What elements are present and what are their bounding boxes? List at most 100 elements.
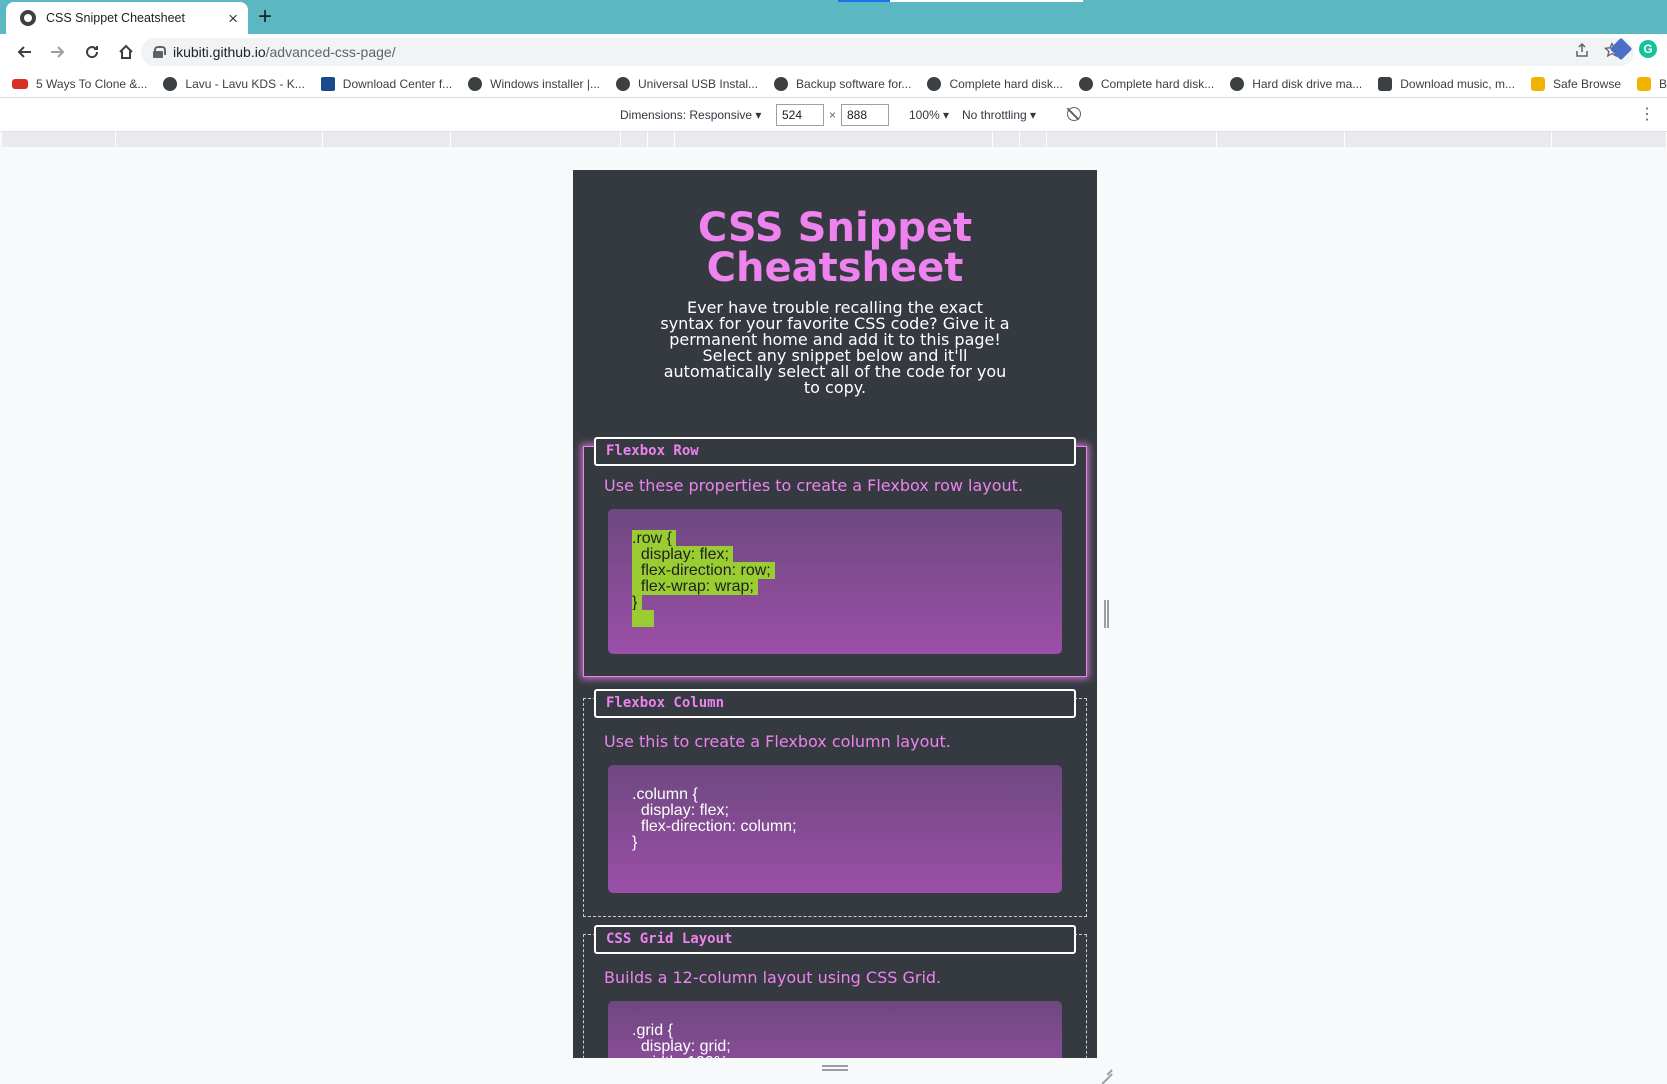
dimension-separator: × (829, 108, 837, 122)
viewport-height-input[interactable] (841, 104, 889, 126)
globe-icon (774, 76, 789, 91)
bookmark-favicon-icon (12, 78, 28, 89)
address-bar[interactable]: ikubiti.github.io/advanced-css-page/ (141, 38, 1634, 66)
music-download-icon (1378, 76, 1393, 91)
viewport-width-input[interactable] (776, 104, 824, 126)
snippet-code-block[interactable]: .grid { display: grid; width: 100%; (608, 1001, 1062, 1058)
lock-icon (153, 46, 166, 58)
padlock-icon (1637, 76, 1652, 91)
throttling-dropdown[interactable]: No throttling ▾ (962, 108, 1036, 122)
forward-button[interactable] (42, 36, 74, 68)
grammarly-icon[interactable]: G (1639, 40, 1657, 58)
globe-icon (20, 10, 36, 26)
url-host: ikubiti.github.io (173, 44, 266, 60)
snippet-code-block[interactable]: .row { display: flex; flex-direction: ro… (608, 509, 1062, 654)
browser-toolbar: ikubiti.github.io/advanced-css-page/ (0, 34, 1667, 70)
snippet-code-selected[interactable]: .row { display: flex; flex-direction: ro… (632, 530, 1038, 627)
bookmark-item[interactable]: Universal USB Instal... (616, 76, 758, 91)
snippet-title: CSS Grid Layout (594, 925, 1076, 954)
more-options-icon[interactable]: ⋮ (1639, 104, 1655, 124)
extension-icon[interactable] (1609, 37, 1633, 61)
globe-icon (163, 76, 178, 91)
bookmarks-bar: 5 Ways To Clone &... Lavu - Lavu KDS - K… (0, 70, 1667, 98)
media-query-segment[interactable] (1047, 132, 1217, 147)
snippet-title: Flexbox Row (594, 437, 1076, 466)
loading-indicator-track (890, 0, 1083, 2)
new-tab-button[interactable]: + (258, 4, 272, 30)
media-query-segment[interactable] (116, 132, 323, 147)
code-line: } (632, 594, 642, 611)
bookmark-item[interactable]: Hard disk drive ma... (1230, 76, 1362, 91)
bookmark-item[interactable]: Lavu - Lavu KDS - K... (163, 76, 305, 91)
media-query-segment[interactable] (648, 132, 675, 147)
globe-icon (1230, 76, 1245, 91)
bookmark-item[interactable]: Complete hard disk... (1078, 76, 1214, 91)
globe-icon (468, 76, 483, 91)
share-icon[interactable] (1574, 42, 1590, 58)
page-title: CSS Snippet Cheatsheet (697, 205, 973, 291)
snippet-code[interactable]: .column { display: flex; flex-direction:… (632, 787, 1038, 851)
globe-icon (927, 76, 942, 91)
media-query-segment[interactable] (1020, 132, 1047, 147)
back-arrow-icon (17, 46, 31, 58)
snippet-code-block[interactable]: .column { display: flex; flex-direction:… (608, 765, 1062, 893)
home-button[interactable] (110, 36, 142, 68)
media-query-segment[interactable] (621, 132, 648, 147)
media-query-segment[interactable] (1217, 132, 1345, 147)
page-intro: Ever have trouble recalling the exact sy… (660, 298, 1010, 397)
bookmark-item[interactable]: Safe Browse (1530, 76, 1621, 91)
back-button[interactable] (8, 36, 40, 68)
snippet-card-flexbox-row[interactable]: Flexbox Row Use these properties to crea… (583, 437, 1087, 677)
bookmark-item[interactable]: Download music, m... (1378, 76, 1515, 91)
media-query-segment[interactable] (451, 132, 621, 147)
code-line: display: flex; (632, 546, 734, 563)
media-query-segment[interactable] (675, 132, 993, 147)
viewport-resize-corner-icon[interactable] (1100, 1062, 1114, 1076)
home-icon (119, 44, 133, 59)
code-line (632, 610, 655, 627)
device-toolbar: Dimensions: Responsive ▾ × 100% ▾ No thr… (0, 98, 1667, 132)
code-line: flex-direction: row; (632, 562, 776, 579)
snippet-description: Builds a 12-column layout using CSS Grid… (604, 968, 942, 987)
media-query-segment[interactable] (1345, 132, 1552, 147)
snippet-code[interactable]: .grid { display: grid; width: 100%; (632, 1023, 1038, 1059)
tab-title: CSS Snippet Cheatsheet (46, 11, 185, 25)
snippet-description: Use these properties to create a Flexbox… (604, 476, 1024, 495)
snippet-title: Flexbox Column (594, 689, 1076, 718)
media-query-segment[interactable] (323, 132, 451, 147)
bookmark-item[interactable]: Complete hard disk... (927, 76, 1063, 91)
dimensions-dropdown[interactable]: Dimensions: Responsive ▾ (620, 108, 761, 122)
reload-icon (86, 46, 99, 59)
bookmark-item[interactable]: 5 Ways To Clone &... (12, 77, 147, 91)
url-path: /advanced-css-page/ (265, 44, 396, 60)
snippet-description: Use this to create a Flexbox column layo… (604, 732, 951, 751)
code-line: .row { (632, 530, 677, 547)
padlock-icon (1530, 76, 1545, 91)
bookmark-item[interactable]: Windows installer |... (468, 76, 600, 91)
emulated-viewport: CSS Snippet Cheatsheet Ever have trouble… (573, 170, 1097, 1058)
media-query-segment[interactable] (2, 132, 116, 147)
reload-button[interactable] (76, 36, 108, 68)
bookmark-item[interactable]: Be (1637, 76, 1667, 91)
viewport-resize-handle-bottom[interactable] (822, 1065, 848, 1071)
vmware-icon (320, 76, 335, 91)
tab-strip: CSS Snippet Cheatsheet × + (0, 0, 1667, 34)
bookmark-item[interactable]: Backup software for... (774, 76, 911, 91)
media-query-segment[interactable] (1552, 132, 1667, 147)
code-line: flex-wrap: wrap; (632, 578, 759, 595)
media-query-segment[interactable] (993, 132, 1020, 147)
snippet-card-css-grid[interactable]: CSS Grid Layout Builds a 12-column layou… (583, 925, 1087, 1058)
globe-icon (1078, 76, 1093, 91)
rotate-icon[interactable] (1067, 107, 1081, 121)
tab-close-icon[interactable]: × (228, 10, 238, 27)
forward-arrow-icon (51, 46, 65, 58)
extension-icons: G (1609, 37, 1657, 61)
browser-tab[interactable]: CSS Snippet Cheatsheet × (6, 2, 248, 34)
loading-indicator (838, 0, 890, 2)
snippet-card-flexbox-column[interactable]: Flexbox Column Use this to create a Flex… (583, 689, 1087, 917)
media-query-bar (0, 132, 1667, 147)
globe-icon (616, 76, 630, 91)
viewport-resize-handle-right[interactable] (1104, 600, 1109, 628)
bookmark-item[interactable]: Download Center f... (320, 76, 452, 91)
zoom-dropdown[interactable]: 100% ▾ (909, 108, 949, 122)
